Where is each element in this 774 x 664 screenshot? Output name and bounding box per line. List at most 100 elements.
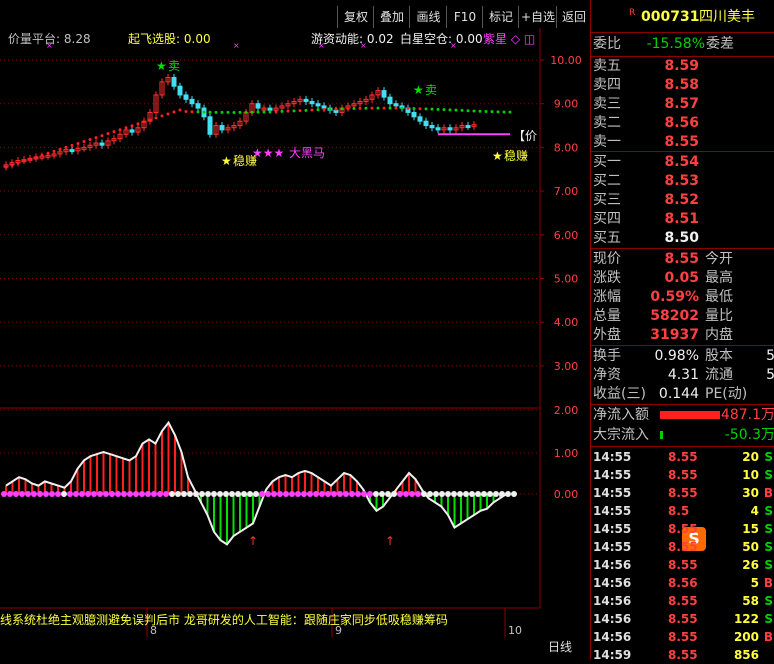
- bid-label: 买五: [593, 230, 621, 246]
- inflow-bar: [660, 411, 720, 419]
- candle-body: [447, 127, 453, 131]
- stat-label2: 最低: [705, 289, 733, 305]
- bigflow-label: 大宗流入: [593, 427, 649, 443]
- bid-row[interactable]: 买二 8.53: [591, 172, 774, 191]
- zero-bead: [73, 491, 79, 497]
- overlay-button[interactable]: 叠加: [373, 6, 410, 28]
- bid-label: 买四: [593, 211, 621, 227]
- ma-dot: [130, 124, 134, 128]
- ma-dot: [508, 110, 512, 114]
- zero-bead: [37, 491, 43, 497]
- ma-dot: [412, 107, 416, 111]
- ma-dot: [112, 130, 116, 134]
- zero-bead: [133, 491, 139, 497]
- tick-time: 14:56: [593, 576, 632, 590]
- period-label[interactable]: 日线: [548, 637, 586, 657]
- tick-volume: 30: [742, 486, 759, 500]
- tick-price: 8.55: [668, 468, 698, 482]
- stat2-value2: 5: [766, 367, 774, 383]
- bid-row[interactable]: 买四 8.51: [591, 210, 774, 229]
- ma-dot: [94, 136, 98, 140]
- candle-body: [219, 125, 225, 131]
- zero-bead: [289, 491, 295, 497]
- tick-flag: S: [764, 594, 773, 608]
- bigflow-value: -50.3万: [724, 427, 774, 443]
- zero-bead: [325, 491, 331, 497]
- tick-time: 14:55: [593, 468, 632, 482]
- zero-bead: [499, 491, 505, 497]
- zero-bead: [433, 491, 439, 497]
- dhm-stars-icon: ★★★: [252, 146, 284, 160]
- f10-button[interactable]: F10: [446, 6, 483, 28]
- fuquan-button[interactable]: 复权: [337, 6, 374, 28]
- candle-body: [255, 103, 261, 109]
- candle-body: [321, 105, 327, 109]
- tick-row: 14:56 8.56 5 B: [591, 574, 774, 592]
- zero-bead: [151, 491, 157, 497]
- zero-bead: [457, 491, 463, 497]
- tick-volume: 15: [742, 522, 759, 536]
- zero-bead: [301, 491, 307, 497]
- tick-time: 14:55: [593, 486, 632, 500]
- add-favorite-button[interactable]: +自选: [518, 6, 557, 28]
- tick-row: 14:56 8.55 200 B: [591, 628, 774, 646]
- up-arrow-icon: ↑: [385, 534, 395, 548]
- zero-bead: [337, 491, 343, 497]
- zero-bead: [187, 491, 193, 497]
- ma-dot: [70, 143, 74, 147]
- price-axis-label: 6.00: [554, 229, 579, 242]
- zero-bead: [505, 491, 511, 497]
- ma-dot: [490, 110, 494, 114]
- candle-body: [411, 111, 417, 118]
- zero-bead: [475, 491, 481, 497]
- back-button[interactable]: 返回: [556, 6, 592, 28]
- tick-volume: 200: [733, 630, 759, 644]
- ma-dot: [298, 109, 302, 113]
- candle-body: [381, 90, 387, 98]
- ma-dot: [286, 109, 290, 113]
- stat-value: 31937: [650, 327, 699, 343]
- price-marker: 【价: [513, 129, 537, 143]
- zero-bead: [391, 491, 397, 497]
- mark-button[interactable]: 标记: [482, 6, 519, 28]
- zero-bead: [145, 491, 151, 497]
- ma-dot: [496, 110, 500, 114]
- ask-row[interactable]: 卖三 8.57: [591, 95, 774, 114]
- candle-body: [393, 103, 399, 107]
- stat2-value2: 5: [766, 348, 774, 364]
- ask-row[interactable]: 卖五 8.59: [591, 57, 774, 76]
- tick-flag: S: [764, 612, 773, 626]
- ask-row[interactable]: 卖二 8.56: [591, 114, 774, 133]
- ma-dot: [118, 128, 122, 132]
- candle-body: [183, 94, 189, 100]
- stock-name: 四川美丰: [699, 9, 755, 25]
- kline-chart[interactable]: 10.00 9.00 8.00 7.00 6.00 5.00 4.00 3.00 2.00 1.0…: [0, 28, 590, 637]
- ask-row[interactable]: 卖一 8.55: [591, 133, 774, 152]
- zero-bead: [205, 491, 211, 497]
- ma-dot: [424, 107, 428, 111]
- zero-bead: [7, 491, 13, 497]
- zero-bead: [169, 491, 175, 497]
- draw-line-button[interactable]: 画线: [409, 6, 447, 28]
- price-axis-label: 10.00: [550, 54, 582, 67]
- zero-bead: [157, 491, 163, 497]
- zero-bead: [211, 491, 217, 497]
- candle-body: [207, 116, 213, 135]
- toolbar: 复权 叠加 画线 F10 标记 +自选 返回: [0, 6, 592, 28]
- bid-row[interactable]: 买五 8.50: [591, 229, 774, 248]
- stat-label2: 最高: [705, 270, 733, 286]
- stat-label2: 今开: [705, 251, 733, 267]
- ma-dot: [100, 134, 104, 138]
- stock-code: 000731: [641, 9, 700, 25]
- bid-row[interactable]: 买三 8.52: [591, 191, 774, 210]
- ask-row[interactable]: 卖四 8.58: [591, 76, 774, 95]
- ma-dot: [106, 132, 110, 136]
- ma-dot: [484, 109, 488, 113]
- bid-row[interactable]: 买一 8.54: [591, 153, 774, 172]
- bid-price: 8.52: [664, 192, 699, 208]
- zero-bead: [385, 491, 391, 497]
- zero-bead: [271, 491, 277, 497]
- zero-bead: [61, 491, 67, 497]
- ma-dot: [406, 106, 410, 110]
- zero-bead: [259, 491, 265, 497]
